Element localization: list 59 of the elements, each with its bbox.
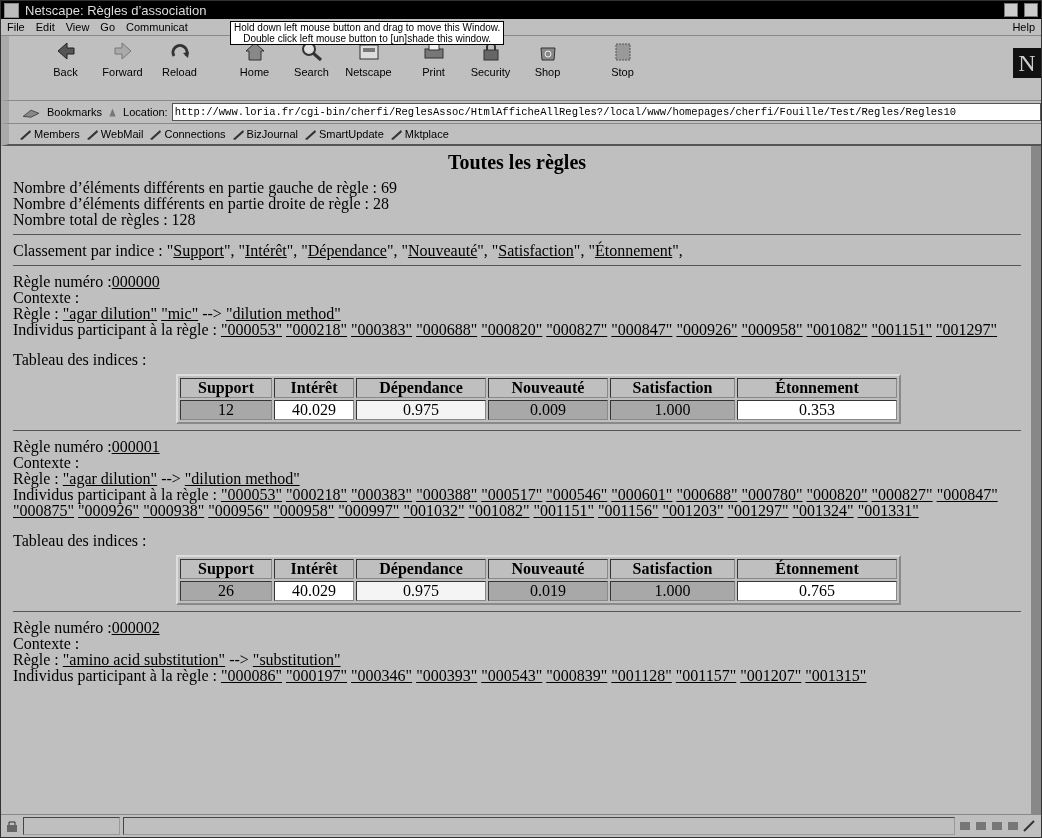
context-label: Contexte :	[13, 455, 81, 471]
column-header: Intérêt	[274, 559, 354, 579]
quote-mark: "	[588, 242, 595, 259]
quote-mark: "	[166, 242, 174, 259]
rule-number-label: Règle numéro :	[13, 619, 112, 636]
quote-mark: "	[401, 242, 408, 259]
stat-text: Nombre d’éléments différents en partie gauche de règle : 69	[13, 180, 398, 196]
context-label: Contexte :	[13, 636, 81, 652]
table-cell: 0.975	[356, 400, 486, 420]
column-header: Étonnement	[737, 559, 897, 579]
column-header: Nouveauté	[488, 559, 608, 579]
column-header: Support	[180, 559, 272, 579]
column-header: Support	[180, 378, 272, 398]
column-header: Dépendance	[356, 559, 486, 579]
column-header: Satisfaction	[610, 378, 735, 398]
ranking-label: Classement par indice :	[13, 242, 164, 259]
arrow-text: -->	[229, 651, 249, 668]
separator-text: ",	[573, 242, 586, 259]
table-cell: 26	[180, 581, 272, 601]
arrow-text: -->	[161, 470, 181, 487]
rule-number-label: Règle numéro :	[13, 273, 112, 290]
column-header: Intérêt	[274, 378, 354, 398]
table-label: Tableau des indices :	[13, 533, 148, 549]
table-cell: 12	[180, 400, 272, 420]
column-header: Nouveauté	[488, 378, 608, 398]
table-cell: 40.029	[274, 400, 354, 420]
logo: N	[1013, 48, 1041, 78]
separator-text: ",	[223, 242, 236, 259]
stat-text: Nombre total de règles : 128	[13, 212, 197, 228]
quote-mark: "	[301, 242, 308, 259]
column-header: Satisfaction	[610, 559, 735, 579]
separator-text: ",	[386, 242, 399, 259]
separator-text: ",	[286, 242, 299, 259]
separator-text: ",	[672, 242, 683, 259]
table-cell: 0.353	[737, 400, 897, 420]
stat-text: Nombre d’éléments différents en partie droite de règle : 28	[13, 196, 390, 212]
rule-label: Règle :	[13, 470, 59, 487]
table-cell: 40.029	[274, 581, 354, 601]
rule-label: Règle :	[13, 651, 59, 668]
table-cell: 0.019	[488, 581, 608, 601]
individuals-label: Individus participant à la règle :	[13, 667, 218, 684]
rule-number-label: Règle numéro :	[13, 438, 112, 455]
rule-label: Règle :	[13, 305, 59, 322]
separator-text: ",	[477, 242, 489, 259]
table-cell: 0.975	[356, 581, 486, 601]
table-cell: 0.765	[737, 581, 897, 601]
quote-mark: "	[491, 242, 499, 259]
window-title: Netscape: Règles d’association	[25, 2, 208, 18]
context-label: Contexte :	[13, 290, 81, 306]
quote-mark: "	[238, 242, 245, 259]
table-cell: 1.000	[610, 400, 735, 420]
column-header: Étonnement	[737, 378, 897, 398]
location-label: Location:	[123, 106, 168, 118]
table-cell: 0.009	[488, 400, 608, 420]
table-label: Tableau des indices :	[13, 352, 148, 368]
arrow-text: -->	[202, 305, 222, 322]
table-cell: 1.000	[610, 581, 735, 601]
column-header: Dépendance	[356, 378, 486, 398]
tooltip: Hold down left mouse button and drag to move this Window. Double click left mouse button to [un]shade this window.	[230, 21, 505, 45]
